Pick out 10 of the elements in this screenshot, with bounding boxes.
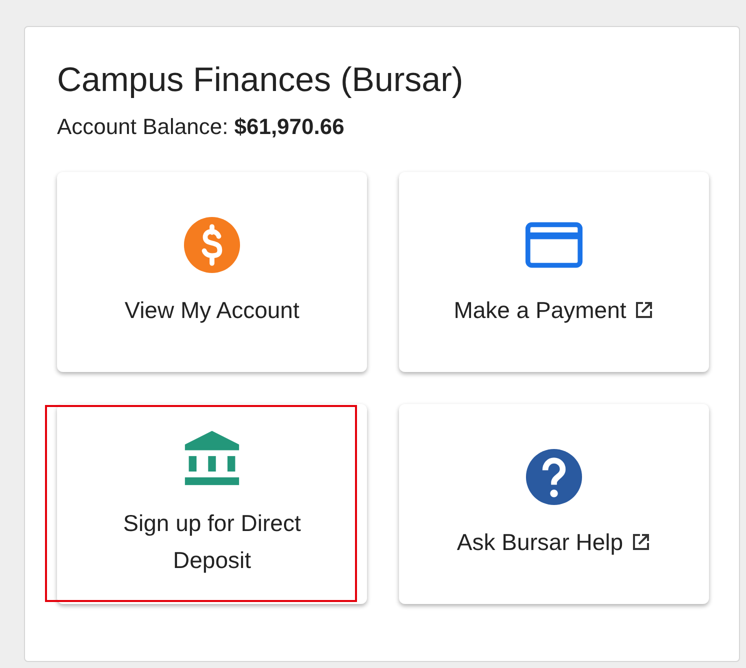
help-icon [525,448,583,506]
card-title: Campus Finances (Bursar) [57,61,464,100]
action-tile[interactable]: View My Account [57,172,367,372]
dollar-icon [183,216,241,274]
action-tile[interactable]: Ask Bursar Help [399,404,709,604]
balance-amount: $61,970.66 [234,114,344,140]
balance-label: Account Balance: [57,114,228,140]
action-tile[interactable]: Make a Payment [399,172,709,372]
bank-icon [183,429,241,488]
action-tile[interactable]: Sign up for Direct Deposit [57,404,367,604]
